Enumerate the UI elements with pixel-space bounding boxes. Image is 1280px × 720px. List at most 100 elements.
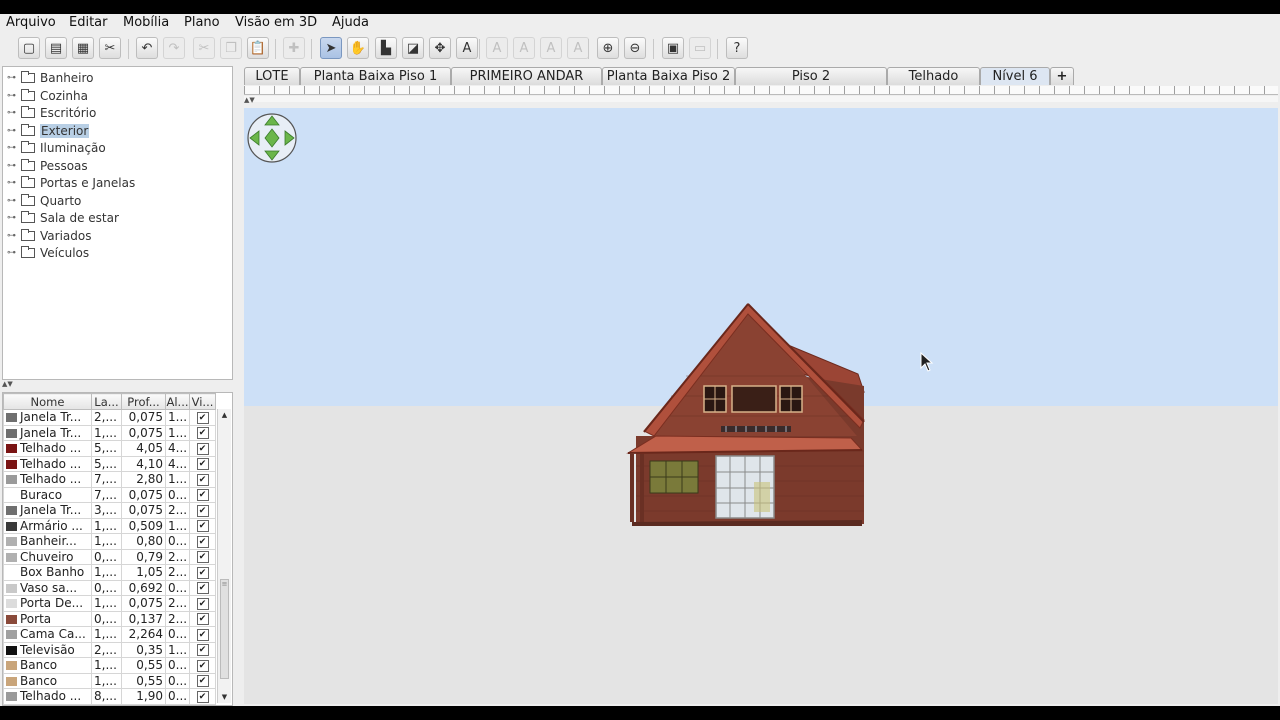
scroll-up-arrow[interactable]: ▲: [218, 409, 231, 421]
furniture-row[interactable]: Televisão 2,... 0,35 1... ✔: [3, 641, 216, 658]
zoom-out-button[interactable]: ⊖: [624, 37, 646, 59]
visible-checkbox[interactable]: ✔: [196, 566, 209, 579]
paste-button[interactable]: 📋: [247, 37, 269, 59]
tab-piso-2[interactable]: Piso 2: [735, 67, 887, 85]
column-height-header[interactable]: Al...: [165, 393, 190, 410]
visible-checkbox[interactable]: ✔: [196, 535, 209, 548]
tree-expand-icon[interactable]: ⊶: [7, 126, 17, 136]
catalog-category[interactable]: ⊶ Iluminação: [7, 140, 106, 156]
visible-checkbox[interactable]: ✔: [196, 628, 209, 641]
tab-nivel-6[interactable]: Nível 6: [980, 67, 1050, 85]
navigation-arrows-icon[interactable]: [247, 112, 297, 164]
visible-checkbox[interactable]: ✔: [196, 690, 209, 703]
furniture-row[interactable]: Telhado ... 7,... 2,80 1... ✔: [3, 471, 216, 488]
tree-expand-icon[interactable]: ⊶: [7, 231, 17, 241]
visible-checkbox[interactable]: ✔: [196, 442, 209, 455]
add-text-button[interactable]: A: [456, 37, 478, 59]
visible-checkbox[interactable]: ✔: [196, 582, 209, 595]
menu-mobilia[interactable]: Mobília: [123, 15, 169, 30]
create-dimensions-button[interactable]: ✥: [429, 37, 451, 59]
visible-checkbox[interactable]: ✔: [196, 597, 209, 610]
open-button[interactable]: ▤: [45, 37, 67, 59]
tab-planta-baixa-piso-1[interactable]: Planta Baixa Piso 1: [300, 67, 451, 85]
furniture-row[interactable]: Banco 1,... 0,55 0... ✔: [3, 657, 216, 674]
furniture-row[interactable]: Telhado ... 5,... 4,10 4... ✔: [3, 455, 216, 472]
scroll-thumb[interactable]: ≡: [220, 579, 229, 679]
menu-arquivo[interactable]: Arquivo: [6, 15, 56, 30]
visible-checkbox[interactable]: ✔: [196, 644, 209, 657]
plan-splitter[interactable]: ▲▼: [244, 96, 1278, 104]
visible-checkbox[interactable]: ✔: [196, 473, 209, 486]
furniture-row[interactable]: Banco 1,... 0,55 0... ✔: [3, 672, 216, 689]
furniture-row[interactable]: Box Banho 1,... 1,05 2... ✔: [3, 564, 216, 581]
catalog-category[interactable]: ⊶ Banheiro: [7, 70, 94, 86]
tree-expand-icon[interactable]: ⊶: [7, 91, 17, 101]
tree-expand-icon[interactable]: ⊶: [7, 73, 17, 83]
visible-checkbox[interactable]: ✔: [196, 458, 209, 471]
visible-checkbox[interactable]: ✔: [196, 411, 209, 424]
panel-splitter[interactable]: ▲▼: [2, 380, 231, 388]
furniture-row[interactable]: Banheir... 1,... 0,80 0... ✔: [3, 533, 216, 550]
preferences-button[interactable]: ✂: [99, 37, 121, 59]
tree-expand-icon[interactable]: ⊶: [7, 178, 17, 188]
catalog-category[interactable]: ⊶ Veículos: [7, 245, 89, 261]
visible-checkbox[interactable]: ✔: [196, 504, 209, 517]
visible-checkbox[interactable]: ✔: [196, 551, 209, 564]
catalog-category[interactable]: ⊶ Quarto: [7, 193, 81, 209]
catalog-category[interactable]: ⊶ Sala de estar: [7, 210, 119, 226]
undo-button[interactable]: ↶: [136, 37, 158, 59]
catalog-category[interactable]: ⊶ Variados: [7, 228, 91, 244]
zoom-in-button[interactable]: ⊕: [597, 37, 619, 59]
tab-primeiro-andar[interactable]: PRIMEIRO ANDAR: [451, 67, 602, 85]
menu-plano[interactable]: Plano: [184, 15, 220, 30]
tree-expand-icon[interactable]: ⊶: [7, 161, 17, 171]
photo-button[interactable]: ▣: [662, 37, 684, 59]
furniture-row[interactable]: Buraco 7,... 0,075 0... ✔: [3, 486, 216, 503]
menu-editar[interactable]: Editar: [69, 15, 108, 30]
furniture-row[interactable]: Porta 0,... 0,137 2... ✔: [3, 610, 216, 627]
create-rooms-button[interactable]: ◪: [402, 37, 424, 59]
column-visible-header[interactable]: Vi...: [189, 393, 216, 410]
furniture-row[interactable]: Janela Tr... 1,... 0,075 1... ✔: [3, 424, 216, 441]
furniture-row[interactable]: Janela Tr... 3,... 0,075 2... ✔: [3, 502, 216, 519]
furniture-row[interactable]: Porta De... 1,... 0,075 2... ✔: [3, 595, 216, 612]
column-depth-header[interactable]: Prof...: [121, 393, 166, 410]
pan-button[interactable]: ✋: [347, 37, 369, 59]
house-3d-model[interactable]: [626, 296, 876, 526]
create-walls-button[interactable]: ▙: [375, 37, 397, 59]
furniture-row[interactable]: Cama Ca... 1,... 2,264 0... ✔: [3, 626, 216, 643]
visible-checkbox[interactable]: ✔: [196, 613, 209, 626]
catalog-category[interactable]: ⊶ Exterior: [7, 123, 90, 139]
save-button[interactable]: ▦: [72, 37, 94, 59]
tab-telhado[interactable]: Telhado: [887, 67, 980, 85]
furniture-row[interactable]: Telhado ... 8,... 1,90 0... ✔: [3, 688, 216, 705]
visible-checkbox[interactable]: ✔: [196, 659, 209, 672]
scroll-down-arrow[interactable]: ▼: [218, 691, 231, 703]
visible-checkbox[interactable]: ✔: [196, 489, 209, 502]
add-level-tab[interactable]: +: [1050, 67, 1074, 85]
furniture-row[interactable]: Armário ... 1,... 0,509 1... ✔: [3, 517, 216, 534]
select-button[interactable]: ➤: [320, 37, 342, 59]
help-button[interactable]: ?: [726, 37, 748, 59]
catalog-category[interactable]: ⊶ Pessoas: [7, 158, 88, 174]
tree-expand-icon[interactable]: ⊶: [7, 213, 17, 223]
catalog-category[interactable]: ⊶ Cozinha: [7, 88, 88, 104]
tree-expand-icon[interactable]: ⊶: [7, 108, 17, 118]
tree-expand-icon[interactable]: ⊶: [7, 143, 17, 153]
column-width-header[interactable]: La...: [91, 393, 122, 410]
tree-expand-icon[interactable]: ⊶: [7, 196, 17, 206]
furniture-row[interactable]: Vaso sa... 0,... 0,692 0... ✔: [3, 579, 216, 596]
catalog-category[interactable]: ⊶ Escritório: [7, 105, 96, 121]
visible-checkbox[interactable]: ✔: [196, 675, 209, 688]
tab-planta-baixa-piso-2[interactable]: Planta Baixa Piso 2: [602, 67, 735, 85]
new-button[interactable]: ▢: [18, 37, 40, 59]
visible-checkbox[interactable]: ✔: [196, 520, 209, 533]
furniture-row[interactable]: Janela Tr... 2,... 0,075 1... ✔: [3, 409, 216, 426]
furniture-row[interactable]: Chuveiro 0,... 0,79 2... ✔: [3, 548, 216, 565]
catalog-category[interactable]: ⊶ Portas e Janelas: [7, 175, 135, 191]
menu-ajuda[interactable]: Ajuda: [332, 15, 369, 30]
tree-expand-icon[interactable]: ⊶: [7, 248, 17, 258]
furniture-scrollbar[interactable]: ▲ ≡ ▼: [217, 409, 231, 703]
view-3d[interactable]: [244, 108, 1278, 704]
furniture-row[interactable]: Telhado ... 5,... 4,05 4... ✔: [3, 440, 216, 457]
